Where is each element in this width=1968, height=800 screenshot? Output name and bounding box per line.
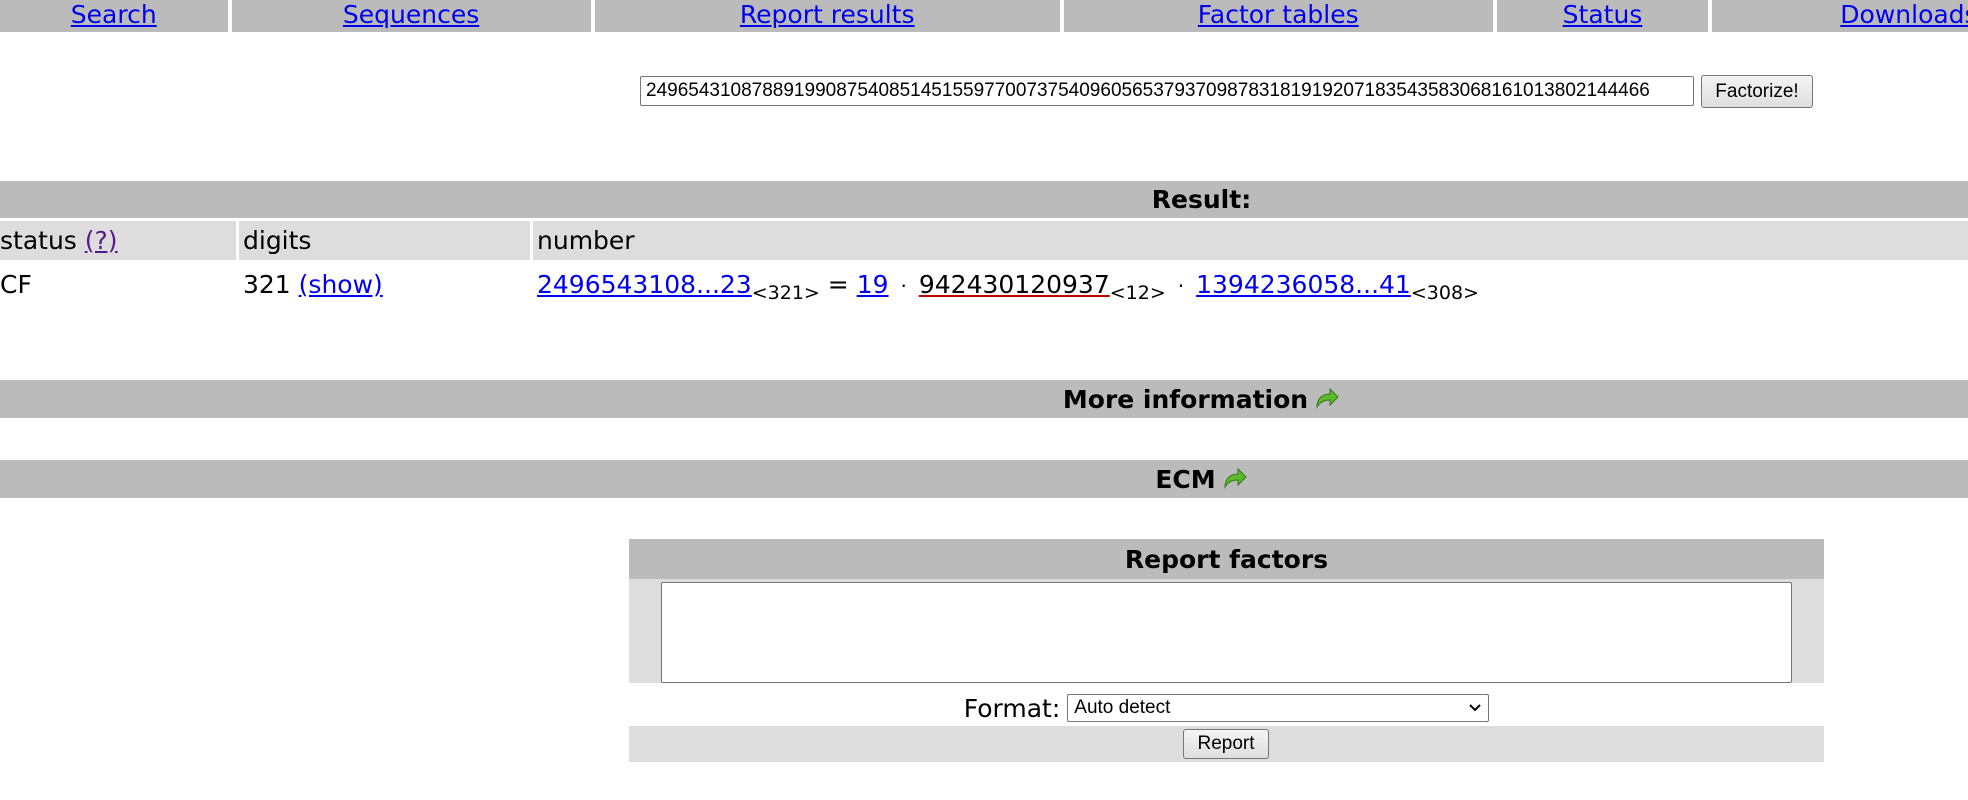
result-header: Result: [0, 181, 1968, 218]
ecm-title: ECM [1155, 464, 1216, 494]
number-cell: 2496543108...23<321> = 19 · 942430120937<1… [537, 262, 1479, 307]
format-row: Format: Auto detect [629, 690, 1824, 726]
green-arrow-icon [1316, 387, 1339, 409]
report-factors-body [629, 579, 1824, 683]
more-information-title: More information [1062, 384, 1309, 414]
nav-item-status: Status [1496, 0, 1709, 32]
multiply-dot: · [1177, 274, 1185, 298]
status-header-label: status [0, 226, 77, 255]
report-button[interactable]: Report [1183, 729, 1269, 759]
nav-link-sequences[interactable]: Sequences [343, 0, 479, 30]
show-digits-link[interactable]: (show) [299, 270, 383, 299]
factor-link[interactable]: 942430120937 [919, 270, 1110, 299]
report-factors-textarea[interactable] [661, 582, 1792, 683]
equals-sign: = [827, 270, 849, 299]
top-nav: Search Sequences Report results Factor t… [0, 0, 1968, 32]
green-arrow-icon [1224, 467, 1247, 489]
multiply-dot: · [900, 274, 907, 298]
nav-link-downloads[interactable]: Downloads [1840, 0, 1968, 30]
table-row: CF 321 (show) 2496543108...23<321> = 19 ·… [0, 262, 1968, 307]
report-footer: Report [629, 726, 1824, 762]
number-input[interactable]: 2496543108788919908754085145155977007375… [640, 76, 1694, 106]
format-select[interactable]: Auto detect [1067, 694, 1490, 722]
digits-header: digits [243, 226, 312, 255]
result-table-header: status (?) digits number [0, 221, 1968, 260]
nav-link-factor-tables[interactable]: Factor tables [1198, 0, 1359, 30]
digits-value: 321 [243, 270, 291, 299]
digits-cell: 321 (show) [243, 262, 383, 307]
format-selected-value: Auto detect [1074, 697, 1171, 718]
more-information-header[interactable]: More information [0, 380, 1968, 418]
column-divider [236, 221, 239, 260]
factor-link[interactable]: 19 [857, 270, 889, 299]
report-factors-header: Report factors [629, 539, 1824, 579]
nav-item-factor-tables: Factor tables [1063, 0, 1493, 32]
status-value: CF [0, 270, 32, 299]
nav-item-downloads: Downloads [1712, 0, 1968, 32]
result-title: Result: [1151, 185, 1252, 214]
nav-link-report-results[interactable]: Report results [740, 0, 915, 30]
number-link[interactable]: 2496543108...23 [537, 270, 752, 299]
chevron-down-icon [1469, 704, 1481, 712]
number-header: number [537, 226, 635, 255]
nav-item-search: Search [0, 0, 228, 32]
column-divider [530, 221, 533, 260]
factor-digit-count: <12> [1109, 282, 1166, 304]
status-help-link[interactable]: (?) [85, 226, 118, 255]
format-label: Format: [963, 693, 1061, 723]
factor-link[interactable]: 1394236058...41 [1196, 270, 1411, 299]
factorize-button[interactable]: Factorize! [1701, 75, 1813, 108]
status-header: status (?) [0, 221, 118, 260]
nav-item-report-results: Report results [594, 0, 1060, 32]
number-digit-count: <321> [751, 282, 820, 304]
ecm-header[interactable]: ECM [0, 460, 1968, 498]
nav-item-sequences: Sequences [231, 0, 591, 32]
nav-link-search[interactable]: Search [71, 0, 157, 30]
nav-link-status[interactable]: Status [1563, 0, 1643, 30]
factor-digit-count: <308> [1410, 282, 1479, 304]
